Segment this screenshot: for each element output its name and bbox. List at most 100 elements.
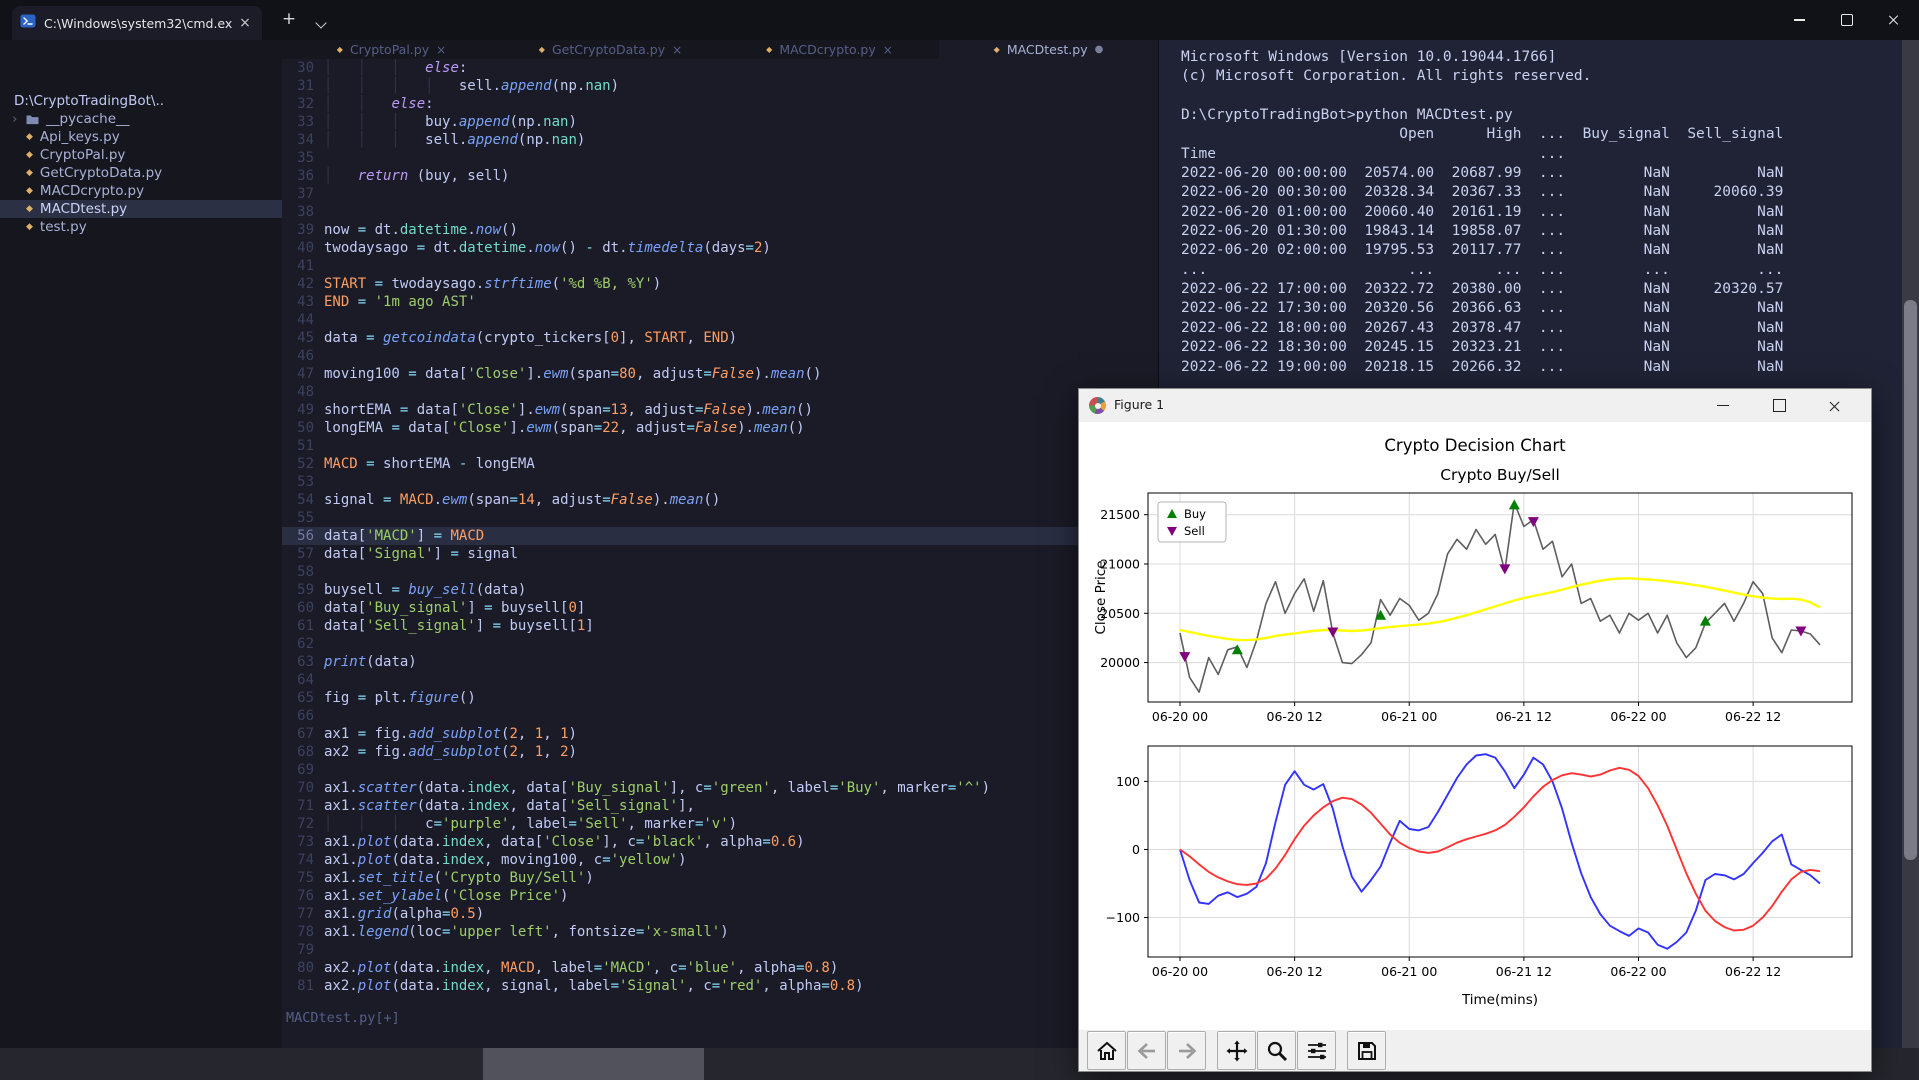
code-line-40[interactable]: 40twodaysago = dt.datetime.now() - dt.ti… <box>282 239 1158 257</box>
tree-item-cryptopal-py[interactable]: ◆CryptoPal.py <box>0 146 282 164</box>
folder-icon <box>26 114 39 125</box>
terminal-tab-close-icon[interactable]: × <box>236 15 254 31</box>
editor-tab-cryptopal-py[interactable]: ◆CryptoPal.py× <box>282 40 501 59</box>
code-line-63[interactable]: 63print(data) <box>282 653 1158 671</box>
code-line-66[interactable]: 66 <box>282 707 1158 725</box>
code-line-57[interactable]: 57data['Signal'] = signal <box>282 545 1158 563</box>
tree-item-api-keys-py[interactable]: ◆Api_keys.py <box>0 128 282 146</box>
toolbar-save-button[interactable] <box>1347 1031 1386 1070</box>
code-line-42[interactable]: 42START = twodaysago.strftime('%d %B, %Y… <box>282 275 1158 293</box>
code-line-39[interactable]: 39now = dt.datetime.now() <box>282 221 1158 239</box>
code-token: fig. <box>366 726 408 742</box>
code-line-79[interactable]: 79 <box>282 941 1158 959</box>
figure-window[interactable]: Figure 1 Crypto Decision Chart Crypto Bu… <box>1078 388 1872 1072</box>
svg-text:06-21 00: 06-21 00 <box>1381 964 1437 979</box>
code-line-48[interactable]: 48 <box>282 383 1158 401</box>
code-line-73[interactable]: 73ax1.plot(data.index, data['Close'], c=… <box>282 833 1158 851</box>
window-maximize-button[interactable] <box>1823 0 1870 40</box>
line-number: 75 <box>282 869 314 887</box>
code-line-75[interactable]: 75ax1.set_title('Crypto Buy/Sell') <box>282 869 1158 887</box>
code-line-78[interactable]: 78ax1.legend(loc='upper left', fontsize=… <box>282 923 1158 941</box>
code-line-65[interactable]: 65fig = plt.figure() <box>282 689 1158 707</box>
editor-tab-macdcrypto-py[interactable]: ◆MACDcrypto.py× <box>720 40 939 59</box>
code-line-37[interactable]: 37 <box>282 185 1158 203</box>
code-line-62[interactable]: 62 <box>282 635 1158 653</box>
code-line-71[interactable]: 71ax1.scatter(data.index, data['Sell_sig… <box>282 797 1158 815</box>
code-line-45[interactable]: 45data = getcoindata(crypto_tickers[0], … <box>282 329 1158 347</box>
code-area[interactable]: 30│ │ │ else:31│ │ │ │ sell.append(np.na… <box>282 59 1158 995</box>
tab-close-icon[interactable]: × <box>436 43 446 57</box>
code-line-67[interactable]: 67ax1 = fig.add_subplot(2, 1, 1) <box>282 725 1158 743</box>
code-line-47[interactable]: 47moving100 = data['Close'].ewm(span=80,… <box>282 365 1158 383</box>
code-line-38[interactable]: 38 <box>282 203 1158 221</box>
code-line-33[interactable]: 33│ │ │ buy.append(np.nan) <box>282 113 1158 131</box>
code-line-80[interactable]: 80ax2.plot(data.index, MACD, label='MACD… <box>282 959 1158 977</box>
code-line-49[interactable]: 49shortEMA = data['Close'].ewm(span=13, … <box>282 401 1158 419</box>
code-line-64[interactable]: 64 <box>282 671 1158 689</box>
code-line-32[interactable]: 32│ │ else: <box>282 95 1158 113</box>
editor-tab-getcryptodata-py[interactable]: ◆GetCryptoData.py× <box>501 40 720 59</box>
tree-item-macdcrypto-py[interactable]: ◆MACDcrypto.py <box>0 182 282 200</box>
tab-dropdown-button[interactable] <box>312 12 332 28</box>
code-line-46[interactable]: 46 <box>282 347 1158 365</box>
tree-item-test-py[interactable]: ◆test.py <box>0 218 282 236</box>
figure-minimize-button[interactable] <box>1701 389 1745 422</box>
code-token: 'Signal' <box>366 546 433 562</box>
code-line-74[interactable]: 74ax1.plot(data.index, moving100, c='yel… <box>282 851 1158 869</box>
code-line-58[interactable]: 58 <box>282 563 1158 581</box>
window-minimize-button[interactable] <box>1776 0 1823 40</box>
code-line-69[interactable]: 69 <box>282 761 1158 779</box>
new-tab-button[interactable]: + <box>276 8 302 32</box>
toolbar-subplots-button[interactable] <box>1297 1031 1336 1070</box>
code-line-30[interactable]: 30│ │ │ else: <box>282 59 1158 77</box>
figure-titlebar[interactable]: Figure 1 <box>1079 389 1871 423</box>
code-line-31[interactable]: 31│ │ │ │ sell.append(np.nan) <box>282 77 1158 95</box>
editor-tab-macdtest-py[interactable]: ◆MACDtest.py● <box>939 40 1158 59</box>
code-token: END <box>703 330 728 346</box>
code-token: buysell <box>324 582 391 598</box>
toolbar-forward-button[interactable] <box>1167 1031 1206 1070</box>
code-line-70[interactable]: 70ax1.scatter(data.index, data['Buy_sign… <box>282 779 1158 797</box>
tab-close-icon[interactable]: × <box>672 43 682 57</box>
figure-close-button[interactable] <box>1813 389 1857 422</box>
tree-item-getcryptodata-py[interactable]: ◆GetCryptoData.py <box>0 164 282 182</box>
code-line-54[interactable]: 54signal = MACD.ewm(span=14, adjust=Fals… <box>282 491 1158 509</box>
code-line-72[interactable]: 72│ │ │ c='purple', label='Sell', marker… <box>282 815 1158 833</box>
code-line-59[interactable]: 59buysell = buy_sell(data) <box>282 581 1158 599</box>
tab-close-icon[interactable]: × <box>883 43 893 57</box>
chevron-right-icon[interactable]: › <box>12 110 19 128</box>
file-explorer-root[interactable]: D:\CryptoTradingBot\.. <box>14 92 164 110</box>
code-line-76[interactable]: 76ax1.set_ylabel('Close Price') <box>282 887 1158 905</box>
code-line-51[interactable]: 51 <box>282 437 1158 455</box>
code-line-36[interactable]: 36│ return (buy, sell) <box>282 167 1158 185</box>
code-line-68[interactable]: 68ax2 = fig.add_subplot(2, 1, 2) <box>282 743 1158 761</box>
tree-item--pycache-[interactable]: ›__pycache__ <box>0 110 282 128</box>
code-line-61[interactable]: 61data['Sell_signal'] = buysell[1] <box>282 617 1158 635</box>
toolbar-home-button[interactable] <box>1087 1031 1126 1070</box>
code-line-56[interactable]: 56data['MACD'] = MACD <box>282 527 1158 545</box>
window-scrollbar[interactable] <box>1902 40 1919 1080</box>
tree-item-macdtest-py[interactable]: ◆MACDtest.py <box>0 200 282 218</box>
bottom-scrollbar-thumb[interactable] <box>483 1048 704 1080</box>
code-line-35[interactable]: 35 <box>282 149 1158 167</box>
code-line-53[interactable]: 53 <box>282 473 1158 491</box>
code-token: = <box>434 816 442 832</box>
modified-dot-icon[interactable]: ● <box>1095 44 1104 55</box>
terminal-tab[interactable]: C:\Windows\system32\cmd.ex × <box>12 6 262 40</box>
code-line-41[interactable]: 41 <box>282 257 1158 275</box>
code-line-43[interactable]: 43END = '1m ago AST' <box>282 293 1158 311</box>
toolbar-back-button[interactable] <box>1127 1031 1166 1070</box>
toolbar-zoom-button[interactable] <box>1257 1031 1296 1070</box>
toolbar-pan-button[interactable] <box>1217 1031 1256 1070</box>
code-line-55[interactable]: 55 <box>282 509 1158 527</box>
code-line-52[interactable]: 52MACD = shortEMA - longEMA <box>282 455 1158 473</box>
code-line-77[interactable]: 77ax1.grid(alpha=0.5) <box>282 905 1158 923</box>
code-line-81[interactable]: 81ax2.plot(data.index, signal, label='Si… <box>282 977 1158 995</box>
code-line-50[interactable]: 50longEMA = data['Close'].ewm(span=22, a… <box>282 419 1158 437</box>
code-line-44[interactable]: 44 <box>282 311 1158 329</box>
code-line-34[interactable]: 34│ │ │ sell.append(np.nan) <box>282 131 1158 149</box>
code-line-60[interactable]: 60data['Buy_signal'] = buysell[0] <box>282 599 1158 617</box>
scrollbar-thumb[interactable] <box>1904 300 1917 860</box>
figure-maximize-button[interactable] <box>1757 389 1801 422</box>
window-close-button[interactable] <box>1870 0 1917 40</box>
